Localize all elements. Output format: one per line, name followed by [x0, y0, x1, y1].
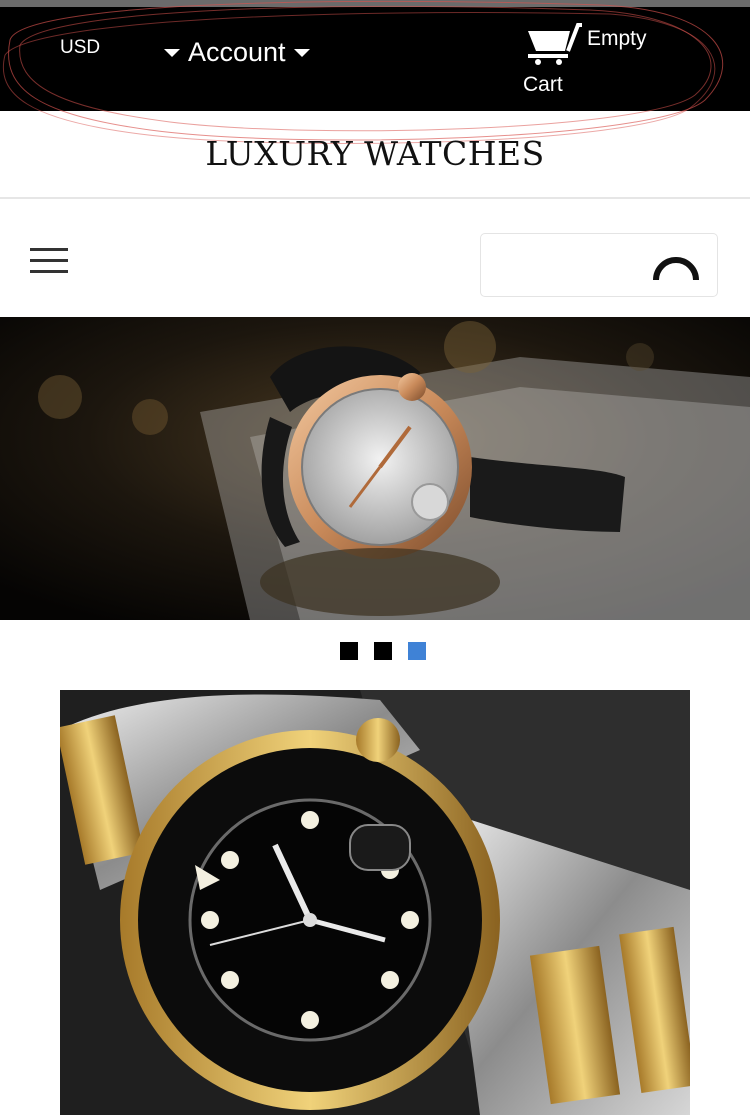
- cart-link[interactable]: Cart: [523, 73, 563, 97]
- carousel-dot-active[interactable]: [408, 642, 426, 660]
- caret-down-icon: [164, 49, 180, 57]
- hero-banner-image[interactable]: [0, 317, 750, 620]
- search-input[interactable]: [491, 244, 645, 286]
- loading-spinner-icon: [653, 257, 699, 281]
- status-strip: [0, 0, 750, 7]
- featured-product-image[interactable]: [60, 690, 690, 1115]
- account-label: Account: [188, 36, 286, 67]
- currency-selector[interactable]: USD: [60, 37, 100, 59]
- carousel-indicators: [340, 642, 442, 660]
- top-bar: USD Account Empty Cart: [0, 7, 750, 111]
- dress-watch-photo: [0, 317, 750, 620]
- header-divider: [0, 197, 750, 199]
- diver-watch-photo: [60, 690, 690, 1115]
- caret-down-icon: [293, 49, 310, 57]
- carousel-dot[interactable]: [374, 642, 392, 660]
- account-menu[interactable]: Account: [164, 35, 310, 69]
- site-logo[interactable]: LUXURY WATCHES: [0, 134, 750, 173]
- cart-status[interactable]: Empty: [587, 27, 647, 51]
- carousel-dot[interactable]: [340, 642, 358, 660]
- page: USD Account Empty Cart LUXURY WATCHES: [0, 0, 750, 1115]
- cart-icon[interactable]: [526, 21, 582, 65]
- hamburger-menu-icon[interactable]: [30, 248, 68, 274]
